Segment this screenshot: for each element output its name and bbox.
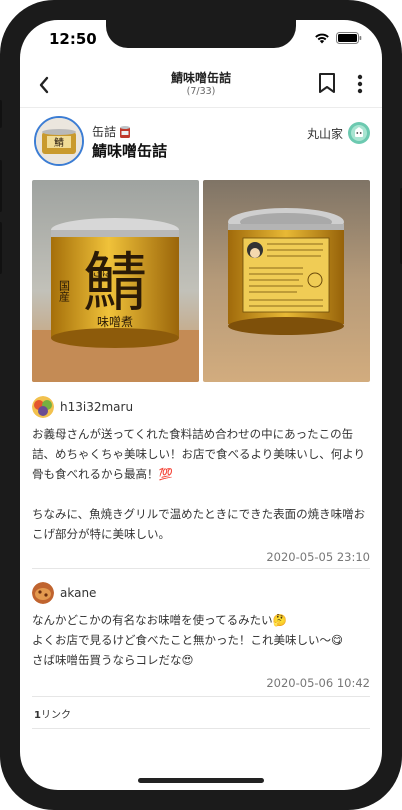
- post-2: akane なんかどこかの有名なお味噌を使ってるみたい🤔 よくお店で見るけど食べ…: [32, 582, 370, 690]
- post-username: h13i32maru: [60, 400, 134, 414]
- battery-icon: [336, 32, 362, 44]
- can-thumbnail-image: 鯖: [36, 118, 82, 164]
- post-body: お義母さんが送ってくれた食料詰め合わせの中にあったこの缶詰、めちゃくちゃ美味しい…: [32, 427, 366, 541]
- can-front-image: 鯖 国産 さば 味噌煮: [32, 180, 199, 382]
- maker-logo-icon: [348, 122, 370, 144]
- status-bar: 12:50: [20, 20, 382, 60]
- screen: 12:50 鯖味噌缶詰 (7/33) 鯖 缶詰 鯖味噌缶詰 丸山家 鯖 国産 さ…: [20, 20, 382, 790]
- post-user[interactable]: h13i32maru: [32, 396, 370, 418]
- post-1: h13i32maru お義母さんが送ってくれた食料詰め合わせの中にあったこの缶詰…: [32, 396, 370, 564]
- can-kanji: 鯖: [83, 247, 147, 321]
- page-title: 鯖味噌缶詰: [170, 71, 231, 85]
- more-vertical-icon[interactable]: [352, 72, 368, 96]
- links-number: 1: [34, 710, 41, 721]
- user-avatar-akane: [32, 582, 54, 604]
- maker[interactable]: 丸山家: [307, 122, 370, 144]
- bookmark-icon[interactable]: [316, 71, 338, 95]
- maker-name: 丸山家: [306, 126, 343, 141]
- links-count[interactable]: 1リンク: [34, 706, 71, 721]
- svg-text:鯖: 鯖: [54, 136, 64, 149]
- can-flavor-label: 味噌煮: [97, 315, 133, 329]
- status-icons: [314, 32, 362, 44]
- phone-frame: 12:50 鯖味噌缶詰 (7/33) 鯖 缶詰 鯖味噌缶詰 丸山家 鯖 国産 さ…: [0, 0, 402, 810]
- item-category[interactable]: 缶詰: [92, 123, 131, 140]
- mute-switch: [0, 100, 2, 128]
- links-divider: [32, 728, 370, 729]
- item-name: 鯖味噌缶詰: [92, 142, 168, 160]
- photo-front[interactable]: 鯖 国産 さば 味噌煮: [32, 180, 199, 382]
- photo-back[interactable]: [203, 180, 370, 382]
- page-position: (7/33): [186, 86, 216, 97]
- status-time: 12:50: [49, 30, 97, 48]
- item-header: 鯖 缶詰 鯖味噌缶詰 丸山家: [20, 110, 382, 174]
- post-divider: [32, 696, 370, 697]
- post-body: なんかどこかの有名なお味噌を使ってるみたい🤔 よくお店で見るけど食べたこと無かっ…: [32, 613, 343, 667]
- post-divider: [32, 568, 370, 569]
- canned-food-icon: [120, 125, 131, 138]
- post-username: akane: [60, 586, 97, 600]
- volume-up-button: [0, 160, 2, 212]
- can-origin-label: 国産: [58, 280, 71, 303]
- home-indicator[interactable]: [138, 778, 264, 783]
- can-sub-label: さば: [92, 267, 112, 279]
- category-label: 缶詰: [92, 125, 117, 139]
- post-timestamp: 2020-05-05 23:10: [266, 550, 370, 564]
- volume-down-button: [0, 222, 2, 274]
- back-arrow-icon[interactable]: [32, 72, 58, 98]
- post-timestamp: 2020-05-06 10:42: [266, 676, 370, 690]
- item-thumbnail[interactable]: 鯖: [34, 116, 84, 166]
- can-back-image: [203, 180, 370, 382]
- wifi-icon: [315, 33, 329, 44]
- links-label: リンク: [40, 710, 71, 721]
- photo-gallery: 鯖 国産 さば 味噌煮: [32, 180, 370, 382]
- nav-bar: 鯖味噌缶詰 (7/33): [20, 64, 382, 108]
- post-user[interactable]: akane: [32, 582, 370, 604]
- user-avatar-h13i32maru: [32, 396, 54, 418]
